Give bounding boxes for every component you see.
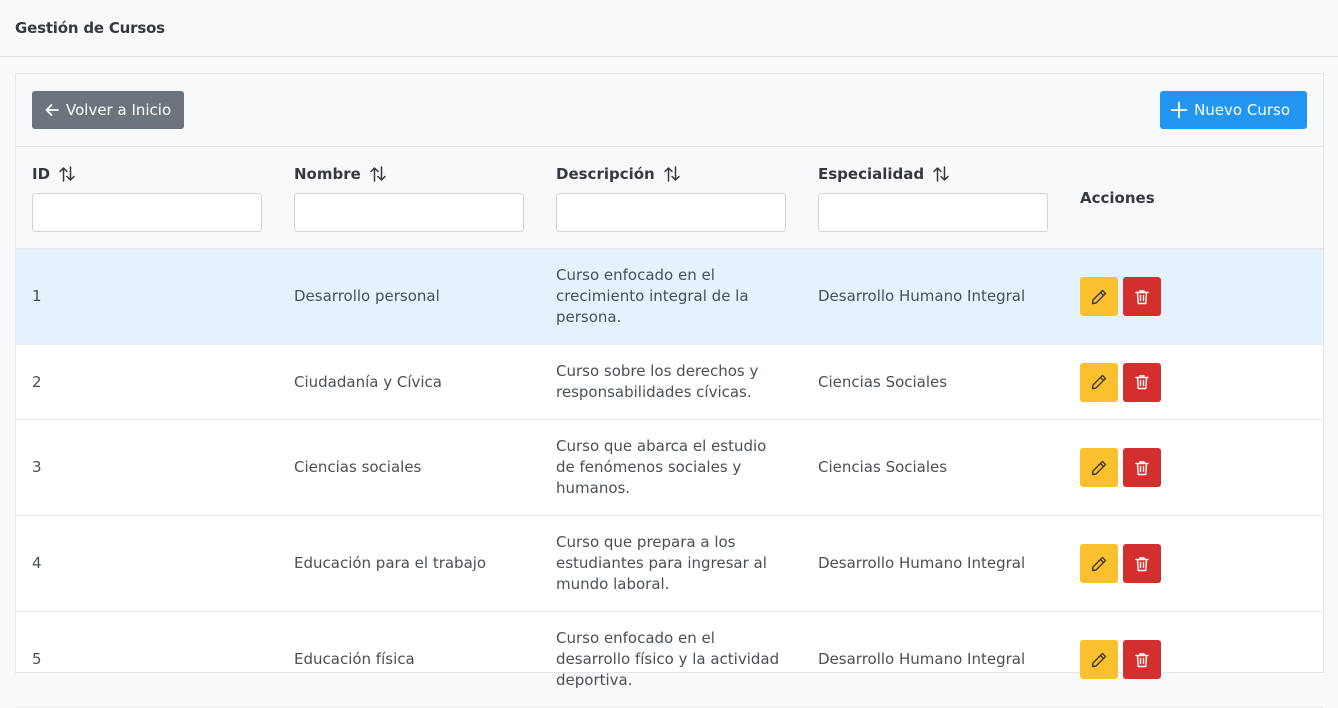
edit-button[interactable] (1080, 544, 1118, 583)
column-acciones: Acciones (1064, 147, 1323, 249)
table-row[interactable]: 3 Ciencias sociales Curso que abarca el es… (16, 419, 1323, 516)
cell-descripcion: Curso enfocado en el desarrollo físico y… (540, 611, 802, 708)
cell-id: 1 (16, 248, 278, 345)
pencil-icon (1091, 556, 1107, 571)
cell-acciones (1064, 611, 1323, 708)
delete-button[interactable] (1123, 640, 1161, 679)
table-row[interactable]: 5 Educación física Curso enfocado en el de… (16, 611, 1323, 708)
page-header: Gestión de Cursos (0, 0, 1338, 57)
edit-button[interactable] (1080, 448, 1118, 487)
filter-especialidad-input[interactable] (818, 193, 1048, 232)
column-label: Especialidad (818, 165, 925, 183)
cell-nombre: Educación para el trabajo (278, 515, 540, 612)
sort-by-nombre[interactable]: Nombre (294, 163, 524, 185)
cell-nombre: Ciudadanía y Cívica (278, 344, 540, 420)
courses-card: Volver a Inicio Nuevo Curso ID Nombre De… (15, 73, 1324, 708)
cell-acciones (1064, 344, 1323, 420)
cell-acciones (1064, 515, 1323, 612)
edit-button[interactable] (1080, 362, 1118, 402)
delete-button[interactable] (1123, 277, 1161, 316)
trash-icon (1135, 375, 1149, 390)
edit-button[interactable] (1080, 640, 1118, 679)
cell-nombre: Educación física (278, 611, 540, 708)
table-row[interactable]: 2 Ciudadanía y Cívica Curso sobre los dere… (16, 344, 1323, 420)
row-actions (1080, 277, 1307, 316)
cell-acciones (1064, 419, 1323, 516)
cell-especialidad: Ciencias Sociales (802, 344, 1064, 420)
cell-id: 5 (16, 611, 278, 708)
arrow-left-icon (45, 104, 59, 116)
cell-id: 4 (16, 515, 278, 612)
column-label: Descripción (556, 165, 655, 183)
row-actions (1080, 362, 1307, 402)
sort-by-descripcion[interactable]: Descripción (556, 163, 786, 185)
sort-icon (59, 166, 75, 182)
cell-descripcion: Curso sobre los derechos y responsabilid… (540, 344, 802, 420)
cell-nombre: Ciencias sociales (278, 419, 540, 516)
plus-icon (1170, 101, 1188, 119)
filter-nombre-input[interactable] (294, 193, 524, 232)
cell-acciones (1064, 248, 1323, 345)
trash-icon (1135, 652, 1149, 667)
cell-especialidad: Desarrollo Humano Integral (802, 248, 1064, 345)
courses-table: ID Nombre Descripción Especialidad Accio… (16, 147, 1323, 708)
column-label: Acciones (1080, 188, 1155, 207)
page-title: Gestión de Cursos (15, 19, 165, 37)
cell-id: 2 (16, 344, 278, 420)
trash-icon (1135, 556, 1149, 571)
pencil-icon (1091, 289, 1107, 304)
new-course-button[interactable]: Nuevo Curso (1160, 91, 1307, 129)
delete-button[interactable] (1123, 544, 1161, 583)
cell-descripcion: Curso enfocado en el crecimiento integra… (540, 248, 802, 345)
filter-descripcion-input[interactable] (556, 193, 786, 232)
column-label: Nombre (294, 165, 361, 183)
sort-icon (664, 166, 680, 182)
cell-especialidad: Desarrollo Humano Integral (802, 515, 1064, 612)
trash-icon (1135, 289, 1149, 304)
pencil-icon (1091, 652, 1107, 667)
toolbar: Volver a Inicio Nuevo Curso (16, 74, 1323, 147)
delete-button[interactable] (1123, 362, 1161, 402)
table-header-row: ID Nombre Descripción Especialidad Accio… (16, 147, 1323, 249)
cell-id: 3 (16, 419, 278, 516)
edit-button[interactable] (1080, 277, 1118, 316)
pencil-icon (1091, 460, 1107, 475)
filter-id-input[interactable] (32, 193, 262, 232)
table-row[interactable]: 1 Desarrollo personal Curso enfocado en el… (16, 248, 1323, 345)
trash-icon (1135, 460, 1149, 475)
column-nombre: Nombre (278, 147, 540, 249)
column-label: ID (32, 165, 51, 183)
sort-by-id[interactable]: ID (32, 163, 262, 185)
back-to-home-button[interactable]: Volver a Inicio (32, 91, 185, 129)
cell-especialidad: Desarrollo Humano Integral (802, 611, 1064, 708)
delete-button[interactable] (1123, 448, 1161, 487)
sort-by-especialidad[interactable]: Especialidad (818, 163, 1048, 185)
pencil-icon (1091, 374, 1107, 390)
column-id: ID (16, 147, 278, 249)
sort-icon (370, 166, 386, 182)
column-especialidad: Especialidad (802, 147, 1064, 249)
column-descripcion: Descripción (540, 147, 802, 249)
row-actions (1080, 544, 1307, 583)
back-button-label: Volver a Inicio (66, 101, 172, 119)
cell-especialidad: Ciencias Sociales (802, 419, 1064, 516)
row-actions (1080, 640, 1307, 679)
row-actions (1080, 448, 1307, 487)
cell-nombre: Desarrollo personal (278, 248, 540, 345)
cell-descripcion: Curso que prepara a los estudiantes para… (540, 515, 802, 612)
cell-descripcion: Curso que abarca el estudio de fenómenos… (540, 419, 802, 516)
new-course-label: Nuevo Curso (1194, 101, 1290, 119)
table-row[interactable]: 4 Educación para el trabajo Curso que prep… (16, 515, 1323, 612)
sort-icon (933, 166, 949, 182)
